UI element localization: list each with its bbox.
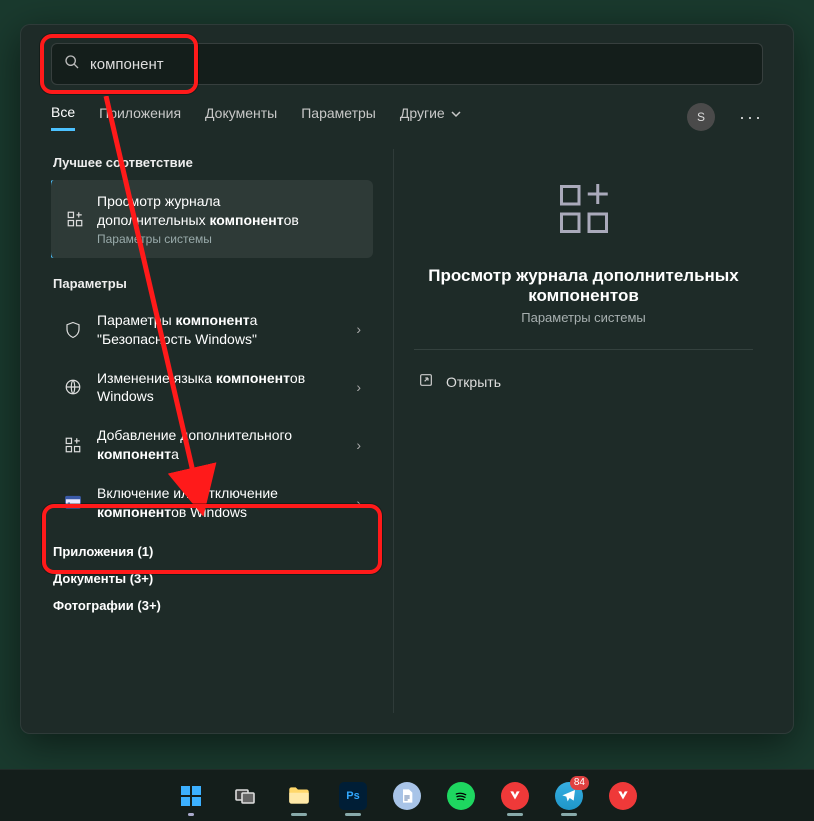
chevron-right-icon: › [356,320,361,339]
user-avatar[interactable]: S [687,103,715,131]
best-match-result[interactable]: Просмотр журнала дополнительных компонен… [51,180,373,258]
document-icon [393,782,421,810]
open-icon [418,372,434,391]
search-icon [64,54,80,75]
open-action[interactable]: Открыть [414,362,753,401]
notification-badge: 84 [570,776,589,790]
results-panel: Лучшее соответствие Просмотр журнала доп… [51,149,373,713]
photoshop-icon: Ps [339,782,367,810]
grid-plus-icon-large [554,179,614,244]
tab-more[interactable]: Другие [400,105,461,129]
filter-tabs: Все Приложения Документы Параметры Други… [51,103,763,131]
category-apps[interactable]: Приложения (1) [53,544,371,559]
best-match-subtitle: Параметры системы [97,232,299,246]
settings-item-security[interactable]: Параметры компонента "Безопасность Windo… [51,301,373,359]
taskbar-vivaldi-2[interactable] [601,774,645,818]
preview-panel: Просмотр журнала дополнительных компонен… [393,149,763,713]
taskbar-photoshop[interactable]: Ps [331,774,375,818]
category-photos[interactable]: Фотографии (3+) [53,598,371,613]
task-view-icon [231,782,259,810]
folder-icon [285,782,313,810]
window-checklist-icon [63,493,83,513]
windows-logo-icon [177,782,205,810]
taskbar-spotify[interactable] [439,774,483,818]
taskbar-task-view[interactable] [223,774,267,818]
tab-settings[interactable]: Параметры [301,105,376,129]
chevron-down-icon [451,109,461,119]
settings-item-add-component[interactable]: Добавление дополнительного компонента › [51,416,373,474]
taskbar-telegram[interactable]: 84 [547,774,591,818]
search-input[interactable] [90,56,750,73]
vivaldi-icon [501,782,529,810]
taskbar-file-explorer[interactable] [277,774,321,818]
more-options-button[interactable]: ··· [739,107,763,128]
best-match-title: Просмотр журнала дополнительных компонен… [97,192,299,230]
taskbar-word[interactable] [385,774,429,818]
preview-subtitle: Параметры системы [521,310,646,325]
chevron-right-icon: › [356,378,361,397]
category-documents[interactable]: Документы (3+) [53,571,371,586]
settings-item-windows-features[interactable]: Включение или отключение компонентов Win… [51,474,373,532]
preview-title: Просмотр журнала дополнительных компонен… [414,266,753,306]
taskbar-start-button[interactable] [169,774,213,818]
tab-documents[interactable]: Документы [205,105,277,129]
best-match-header: Лучшее соответствие [53,155,373,170]
search-window: Все Приложения Документы Параметры Други… [20,24,794,734]
chevron-right-icon: › [356,494,361,513]
taskbar-vivaldi[interactable] [493,774,537,818]
grid-plus-icon [63,435,83,455]
grid-plus-icon [65,209,85,229]
globe-icon [63,377,83,397]
settings-header: Параметры [53,276,373,291]
search-bar[interactable] [51,43,763,85]
chevron-right-icon: › [356,436,361,455]
settings-item-language[interactable]: Изменение языка компонентов Windows › [51,359,373,417]
tab-all[interactable]: Все [51,104,75,131]
taskbar: Ps 84 [0,769,814,821]
shield-icon [63,320,83,340]
tab-apps[interactable]: Приложения [99,105,181,129]
spotify-icon [447,782,475,810]
vivaldi-icon [609,782,637,810]
